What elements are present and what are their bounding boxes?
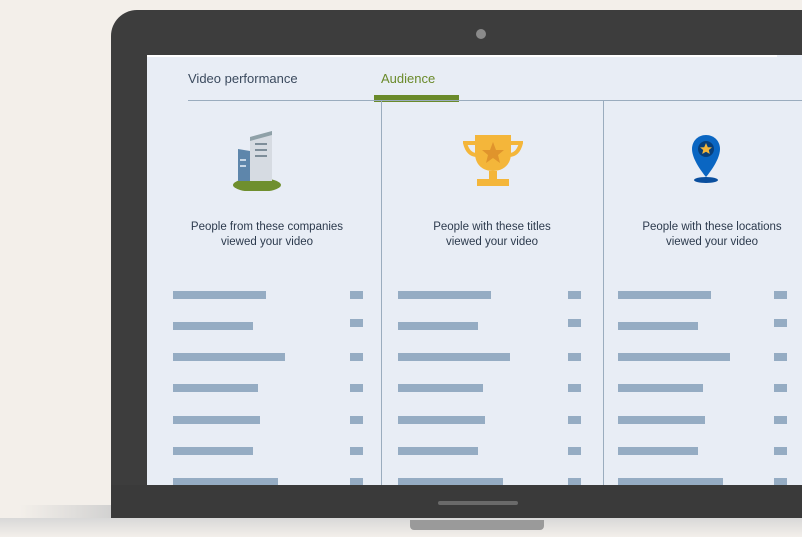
list-item-value (568, 447, 581, 455)
list-item-bar (173, 353, 285, 361)
column-title-locations: People with these locations viewed your … (612, 220, 802, 250)
list-item-bar (618, 322, 698, 330)
webcam (476, 29, 486, 39)
list-item-value (568, 478, 581, 485)
list-item-value (774, 319, 787, 327)
list-item-bar (173, 291, 266, 299)
column-title-line: viewed your video (445, 236, 539, 248)
list-item-value (774, 416, 787, 424)
list-item-bar (398, 291, 491, 299)
screen-top-highlight (147, 55, 777, 57)
list-item-bar (173, 322, 253, 330)
location-pin-icon (692, 135, 720, 183)
list-item-value (568, 384, 581, 392)
laptop-hinge-slot (438, 501, 518, 505)
list-item-bar (618, 291, 711, 299)
list-item-bar (173, 384, 258, 392)
list-item-value (774, 447, 787, 455)
tab-video-performance[interactable]: Video performance (188, 71, 298, 86)
column-title-line: viewed your video (220, 236, 314, 248)
list-item-value (350, 353, 363, 361)
list-item-value (350, 478, 363, 485)
column-title-line: People with these titles (433, 221, 551, 233)
list-item-value (568, 319, 581, 327)
column-title-companies: People from these companies viewed your … (167, 220, 367, 250)
column-title-line: People from these companies (190, 221, 344, 233)
list-item-value (568, 291, 581, 299)
list-item-bar (398, 353, 510, 361)
list-item-bar (173, 416, 260, 424)
laptop-stand (410, 520, 544, 530)
column-title-line: viewed your video (665, 236, 759, 248)
list-item-value (774, 384, 787, 392)
tab-audience[interactable]: Audience (381, 71, 435, 86)
list-item-bar (173, 478, 278, 485)
laptop-shadow (0, 518, 802, 537)
list-item-bar (398, 447, 478, 455)
list-item-bar (618, 447, 698, 455)
list-item-bar (618, 353, 730, 361)
list-item-value (568, 353, 581, 361)
list-item-value (350, 384, 363, 392)
list-item-bar (398, 384, 483, 392)
list-item-bar (398, 478, 503, 485)
list-item-value (350, 319, 363, 327)
list-item-value (774, 353, 787, 361)
list-item-bar (618, 478, 723, 485)
list-item-value (774, 291, 787, 299)
screen: Video performance Audience People from t… (147, 55, 802, 485)
list-item-value (350, 447, 363, 455)
list-item-value (350, 291, 363, 299)
header-divider (188, 100, 802, 101)
column-title-titles: People with these titles viewed your vid… (392, 220, 592, 250)
list-item-value (350, 416, 363, 424)
list-item-bar (618, 416, 705, 424)
list-item-value (774, 478, 787, 485)
list-item-value (568, 416, 581, 424)
building-icon (233, 131, 281, 191)
column-divider (381, 101, 382, 485)
list-item-bar (618, 384, 703, 392)
column-title-line: People with these locations (642, 221, 782, 233)
list-item-bar (398, 322, 478, 330)
column-divider (603, 101, 604, 485)
trophy-icon (463, 135, 523, 186)
list-item-bar (398, 416, 485, 424)
list-item-bar (173, 447, 253, 455)
